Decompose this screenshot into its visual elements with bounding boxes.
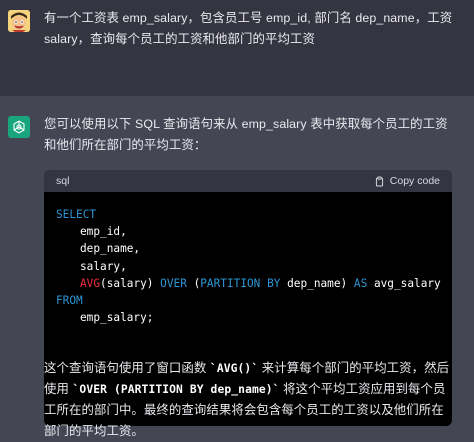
code-text: ( <box>186 276 201 290</box>
code-line: FROM <box>56 294 83 308</box>
inline-code: `OVER (PARTITION BY dep_name)` <box>72 383 280 396</box>
clipboard-icon <box>375 176 383 186</box>
copy-code-label: Copy code <box>389 175 440 187</box>
code-line: SELECT <box>56 208 97 221</box>
openai-logo-icon <box>8 116 30 138</box>
code-keyword: AS <box>353 276 368 290</box>
code-block-header: sql Copy code <box>44 170 452 192</box>
copy-code-button[interactable]: Copy code <box>374 175 440 187</box>
code-keyword: BY <box>267 276 281 290</box>
inline-code: `AVG()` <box>209 362 259 375</box>
code-line: dep_name, <box>80 242 141 256</box>
code-content: SELECT emp_id, dep_name, salary, AVG(sal… <box>44 192 452 340</box>
assistant-message-row: 您可以使用以下 SQL 查询语句来从 emp_salary 表中获取每个员工的工… <box>0 96 474 440</box>
code-line: AVG(salary) OVER (PARTITION BY dep_name)… <box>56 275 441 292</box>
outro-text: 这个查询语句使用了窗口函数 <box>44 361 210 375</box>
code-text: (salary) <box>100 276 161 290</box>
code-text: dep_name) <box>280 276 354 290</box>
code-keyword: OVER <box>160 276 187 290</box>
user-message-text: 有一个工资表 emp_salary，包含员工号 emp_id, 部门名 dep_… <box>44 11 456 46</box>
code-line: emp_salary; <box>80 311 154 325</box>
user-message-row: 有一个工资表 emp_salary，包含员工号 emp_id, 部门名 dep_… <box>0 0 474 96</box>
code-function: AVG <box>80 276 101 290</box>
code-text: avg_salary <box>367 276 441 290</box>
code-language-label: sql <box>56 175 70 187</box>
code-line: emp_id, <box>80 225 127 239</box>
assistant-intro-text: 您可以使用以下 SQL 查询语句来从 emp_salary 表中获取每个员工的工… <box>44 117 448 152</box>
code-keyword: PARTITION <box>200 276 261 290</box>
cartoon-avatar-icon <box>8 10 30 32</box>
assistant-outro-text: 这个查询语句使用了窗口函数 `AVG()` 来计算每个部门的平均工资，然后使用 … <box>44 358 454 442</box>
code-line: salary, <box>80 259 127 273</box>
